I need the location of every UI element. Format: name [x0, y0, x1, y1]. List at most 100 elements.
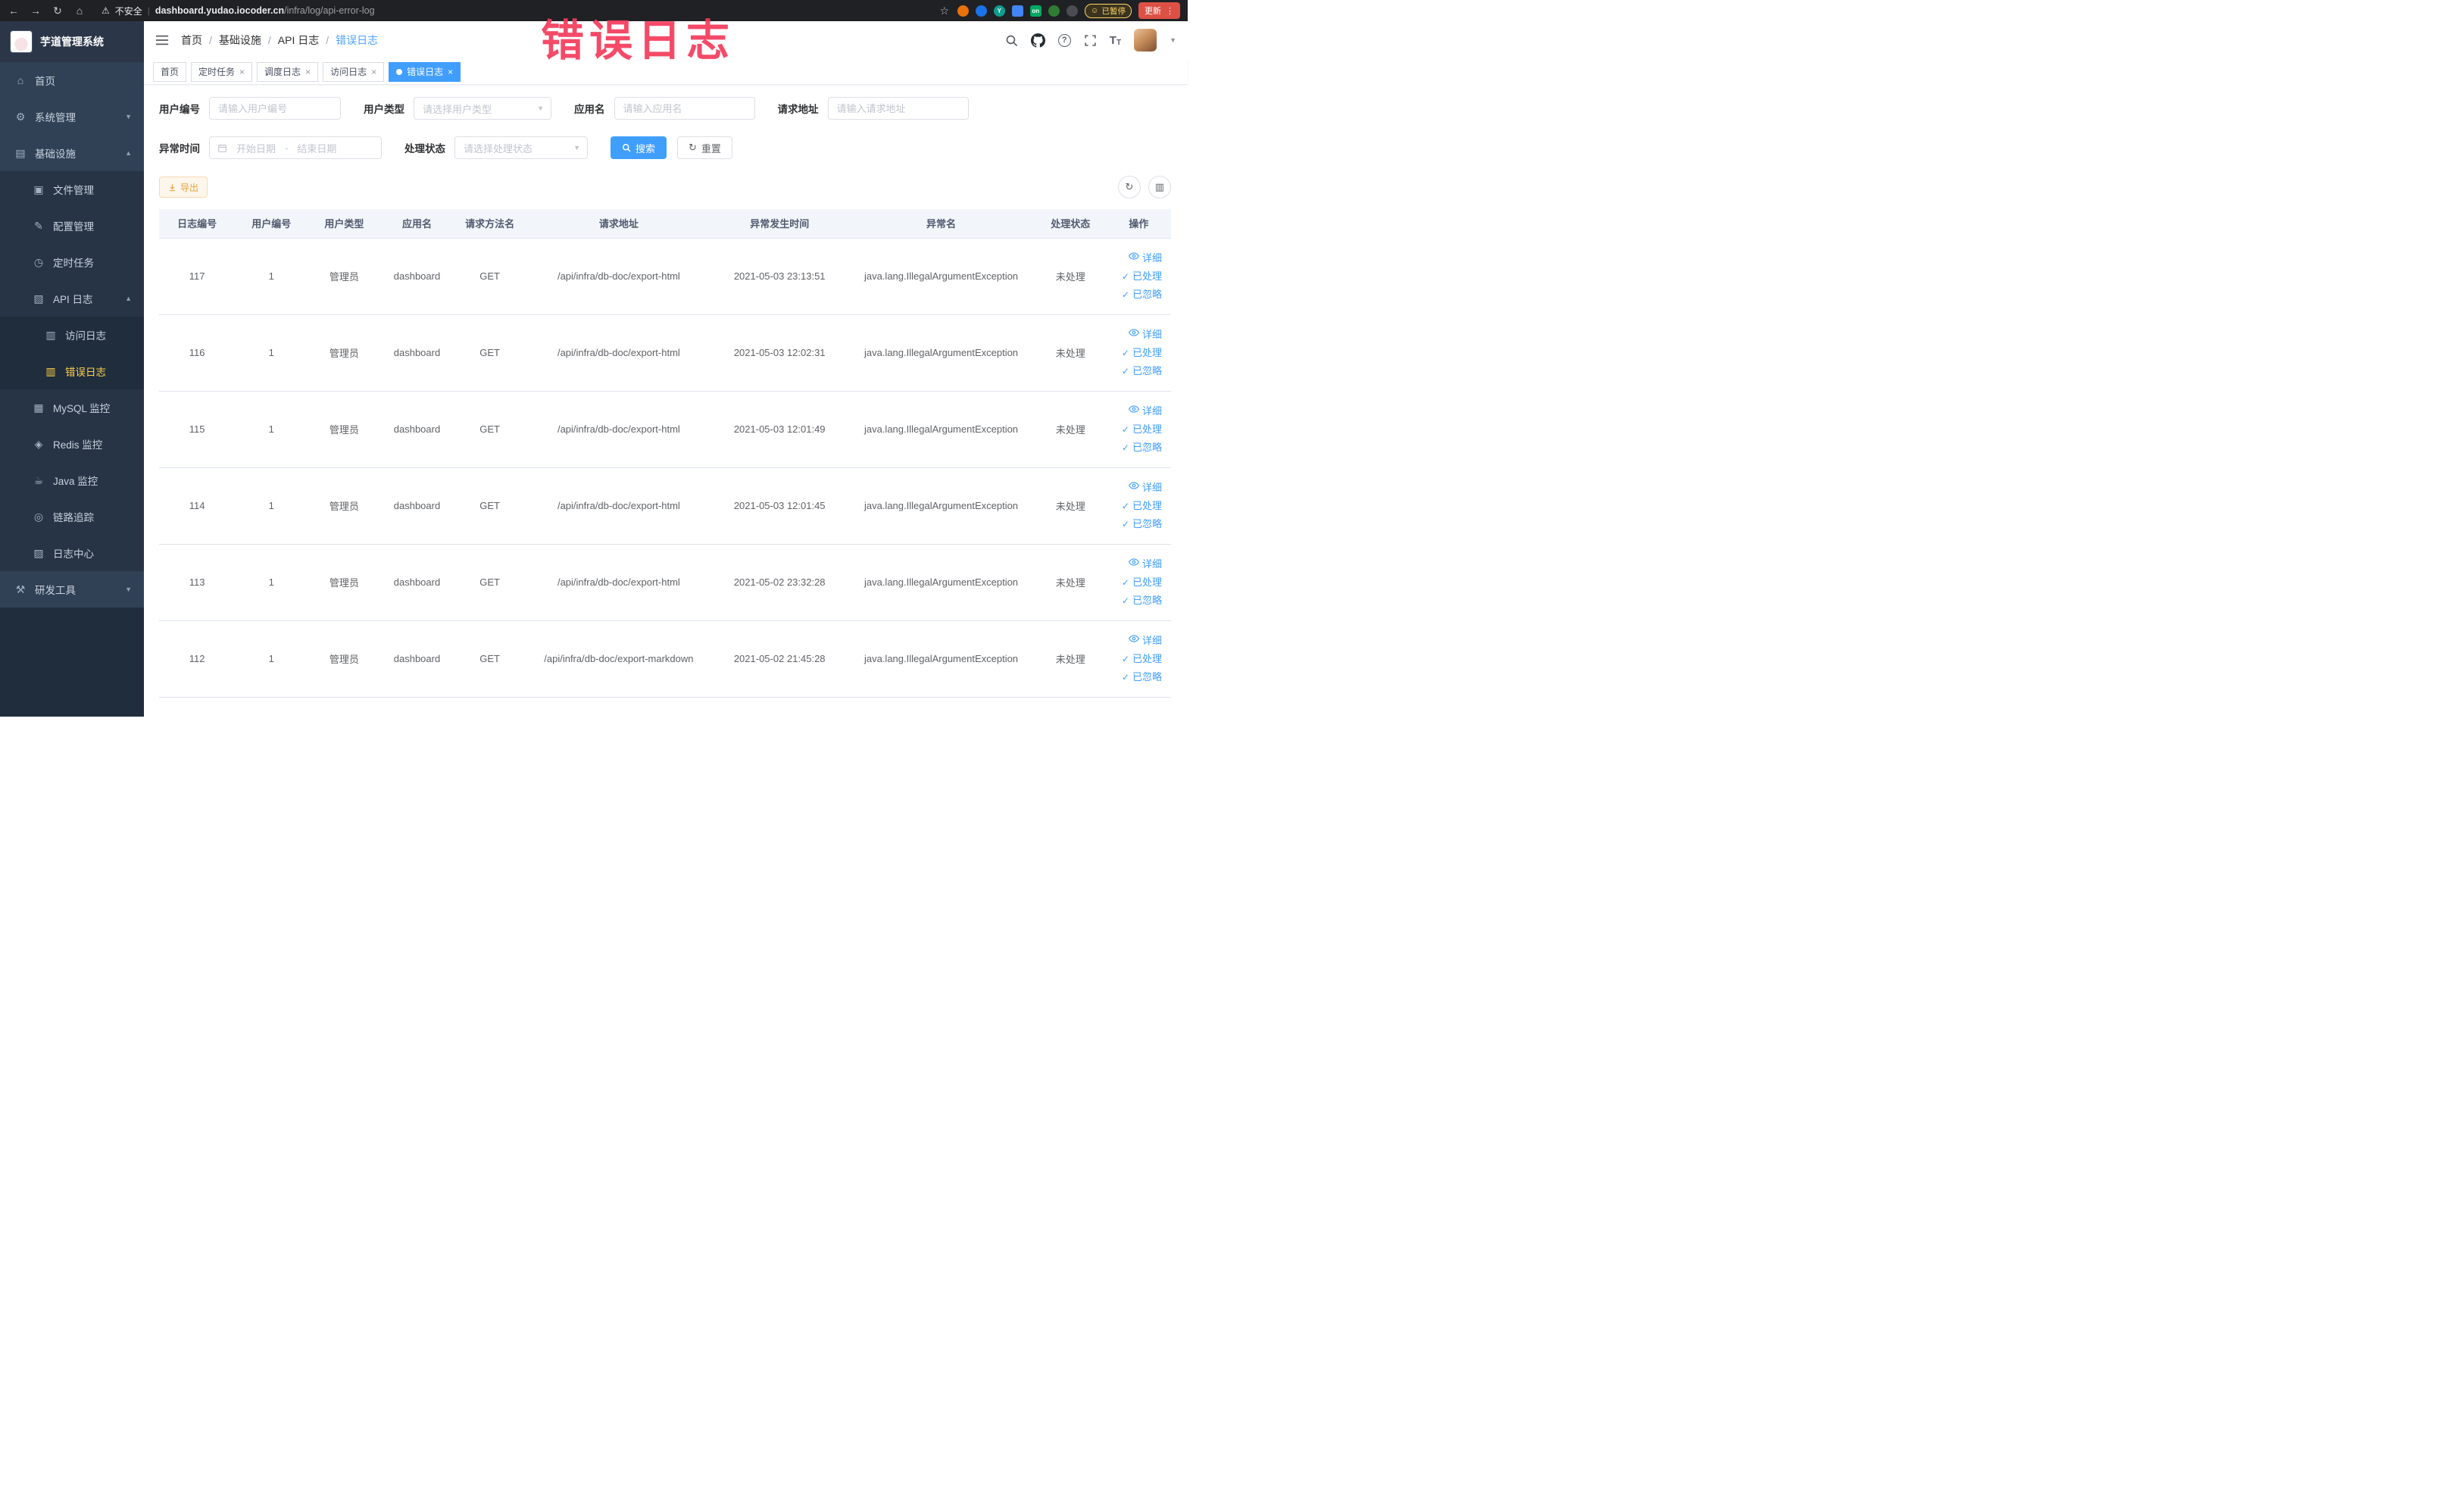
search-button[interactable]: 搜索 — [611, 136, 667, 159]
action-ignored[interactable]: ✓ 已忽略 — [1107, 592, 1162, 610]
font-size-icon[interactable]: TT — [1110, 34, 1121, 47]
cell-url: /api/infra/db-doc/export-html — [526, 314, 712, 392]
sidebar-item-infra[interactable]: ▤ 基础设施 ▲ — [0, 135, 144, 171]
gear-icon: ⚙ — [15, 110, 26, 123]
omnibox[interactable]: ⚠ 不安全 | dashboard.yudao.iocoder.cn/infra… — [101, 5, 375, 17]
action-detail[interactable]: 详细 — [1107, 555, 1162, 573]
process-status-select[interactable]: 请选择处理状态 ▼ — [454, 136, 588, 159]
github-icon[interactable] — [1030, 33, 1045, 48]
sidebar-item-label: 配置管理 — [53, 221, 94, 233]
cell-app: dashboard — [380, 238, 454, 315]
request-url-input[interactable] — [827, 97, 969, 120]
sidebar-item-trace[interactable]: ◎ 链路追踪 — [0, 498, 144, 535]
home-icon[interactable]: ⌂ — [73, 5, 86, 17]
extension-grid-icon[interactable] — [1011, 5, 1023, 17]
action-ignored[interactable]: ✓ 已忽略 — [1107, 362, 1162, 380]
action-ignored[interactable]: ✓ 已忽略 — [1107, 515, 1162, 533]
action-processed[interactable]: ✓ 已处理 — [1107, 344, 1162, 362]
search-icon[interactable] — [1005, 34, 1018, 47]
sidebar-menu: ⌂ 首页 ⚙ 系统管理 ▼ ▤ 基础设施 ▲ ▣ 文件管理 ✎ 配置管理 ◷ 定时任务 ▧ API 日志 ▲ ▥ 访… — [0, 62, 144, 608]
tab-0[interactable]: 首页 — [153, 61, 187, 82]
column-header: 异常发生时间 — [711, 209, 848, 239]
tab-1[interactable]: 定时任务 × — [191, 61, 253, 82]
active-dot — [396, 68, 403, 75]
sidebar-item-home[interactable]: ⌂ 首页 — [0, 62, 144, 98]
sidebar-item-file[interactable]: ▣ 文件管理 — [0, 171, 144, 208]
chevron-down-icon[interactable]: ▼ — [1170, 36, 1176, 44]
reset-button[interactable]: ↻ 重置 — [677, 136, 732, 159]
update-button[interactable]: 更新 ⋮ — [1138, 2, 1180, 19]
logo[interactable]: 芋道管理系统 — [0, 21, 144, 62]
reload-icon[interactable]: ↻ — [52, 5, 64, 17]
sidebar-item-redis[interactable]: ◈ Redis 监控 — [0, 426, 144, 462]
export-button[interactable]: 导出 — [159, 177, 208, 198]
user-id-input[interactable] — [209, 97, 341, 120]
sidebar-item-config[interactable]: ✎ 配置管理 — [0, 208, 144, 244]
sidebar-item-mysql[interactable]: ▦ MySQL 监控 — [0, 389, 144, 426]
check-icon: ✓ — [1121, 595, 1129, 606]
action-detail[interactable]: 详细 — [1107, 479, 1162, 497]
extension-on-icon[interactable]: on — [1029, 5, 1042, 17]
action-label: 详细 — [1141, 328, 1162, 340]
sidebar-item-log-center[interactable]: ▨ 日志中心 — [0, 535, 144, 571]
tab-2[interactable]: 调度日志 × — [257, 61, 319, 82]
refresh-button[interactable]: ↻ — [1118, 176, 1141, 198]
paused-badge[interactable]: ☺ 已暂停 — [1084, 3, 1132, 18]
action-processed[interactable]: ✓ 已处理 — [1107, 267, 1162, 286]
action-detail[interactable]: 详细 — [1107, 326, 1162, 344]
action-ignored[interactable]: ✓ 已忽略 — [1107, 286, 1162, 304]
action-processed[interactable]: ✓ 已处理 — [1107, 573, 1162, 592]
forward-icon[interactable]: → — [30, 5, 42, 17]
sidebar-item-label: 文件管理 — [53, 185, 94, 196]
bookmark-star-icon[interactable]: ☆ — [938, 5, 951, 17]
action-detail[interactable]: 详细 — [1107, 632, 1162, 650]
breadcrumb-item-0[interactable]: 首页 — [181, 33, 202, 48]
date-range-picker[interactable]: 开始日期 - 结束日期 — [209, 136, 382, 159]
back-icon[interactable]: ← — [8, 5, 20, 17]
cell-id: 112 — [159, 620, 236, 698]
sidebar-item-job[interactable]: ◷ 定时任务 — [0, 244, 144, 280]
close-icon[interactable]: × — [305, 67, 311, 77]
action-processed[interactable]: ✓ 已处理 — [1107, 497, 1162, 515]
sidebar-item-label: MySQL 监控 — [53, 403, 111, 414]
hamburger-icon[interactable] — [155, 34, 169, 46]
action-ignored[interactable]: ✓ 已忽略 — [1107, 668, 1162, 686]
url-text: dashboard.yudao.iocoder.cn/infra/log/api… — [155, 5, 375, 16]
action-processed[interactable]: ✓ 已处理 — [1107, 650, 1162, 668]
action-detail[interactable]: 详细 — [1107, 402, 1162, 420]
tab-3[interactable]: 访问日志 × — [323, 61, 385, 82]
action-ignored[interactable]: ✓ 已忽略 — [1107, 439, 1162, 457]
extension-paw-icon[interactable] — [1066, 5, 1078, 17]
close-icon[interactable]: × — [239, 67, 245, 77]
sidebar-item-java[interactable]: ☕ Java 监控 — [0, 462, 144, 498]
action-detail[interactable]: 详细 — [1107, 249, 1162, 267]
row-actions: 详细 ✓ 已处理 ✓ 已忽略 — [1106, 620, 1171, 698]
page-content: 用户编号 用户类型 请选择用户类型▼ 应用名 请求地址 — [144, 85, 1188, 717]
extension-icon-orange[interactable] — [957, 5, 969, 17]
extension-icon-y[interactable]: Y — [993, 5, 1005, 17]
sidebar-item-api-log[interactable]: ▧ API 日志 ▲ — [0, 280, 144, 317]
app-name-input[interactable] — [614, 97, 755, 120]
breadcrumb-item-1[interactable]: 基础设施 — [219, 33, 261, 48]
sidebar-item-devtools[interactable]: ⚒ 研发工具 ▼ — [0, 571, 144, 608]
action-processed[interactable]: ✓ 已处理 — [1107, 420, 1162, 439]
breadcrumb-separator: / — [326, 34, 329, 46]
user-type-select[interactable]: 请选择用户类型 ▼ — [414, 97, 551, 120]
sidebar-item-system[interactable]: ⚙ 系统管理 ▼ — [0, 98, 144, 135]
tab-4[interactable]: 错误日志 × — [389, 61, 461, 82]
cell-url: /api/infra/db-doc/export-html — [526, 238, 712, 315]
extension-icon-blue[interactable] — [975, 5, 987, 17]
breadcrumb-item-2[interactable]: API 日志 — [278, 33, 319, 48]
close-icon[interactable]: × — [371, 67, 376, 77]
help-icon[interactable]: ? — [1057, 33, 1071, 47]
column-setting-button[interactable]: ▥ — [1148, 176, 1171, 198]
avatar[interactable] — [1134, 29, 1157, 52]
close-icon[interactable]: × — [448, 67, 453, 77]
fullscreen-icon[interactable] — [1084, 34, 1097, 47]
eye-icon — [1128, 402, 1140, 420]
sidebar-item-access-log[interactable]: ▥ 访问日志 — [0, 317, 144, 353]
sidebar-item-error-log[interactable]: ▥ 错误日志 — [0, 353, 144, 389]
table-header-row: 日志编号 用户编号 用户类型 应用名 请求方法名 请求地址 异常发生时间 异常名 处理状态 操作 — [159, 209, 1171, 239]
extension-icon-green[interactable] — [1048, 5, 1060, 17]
action-label: 已忽略 — [1132, 594, 1162, 606]
